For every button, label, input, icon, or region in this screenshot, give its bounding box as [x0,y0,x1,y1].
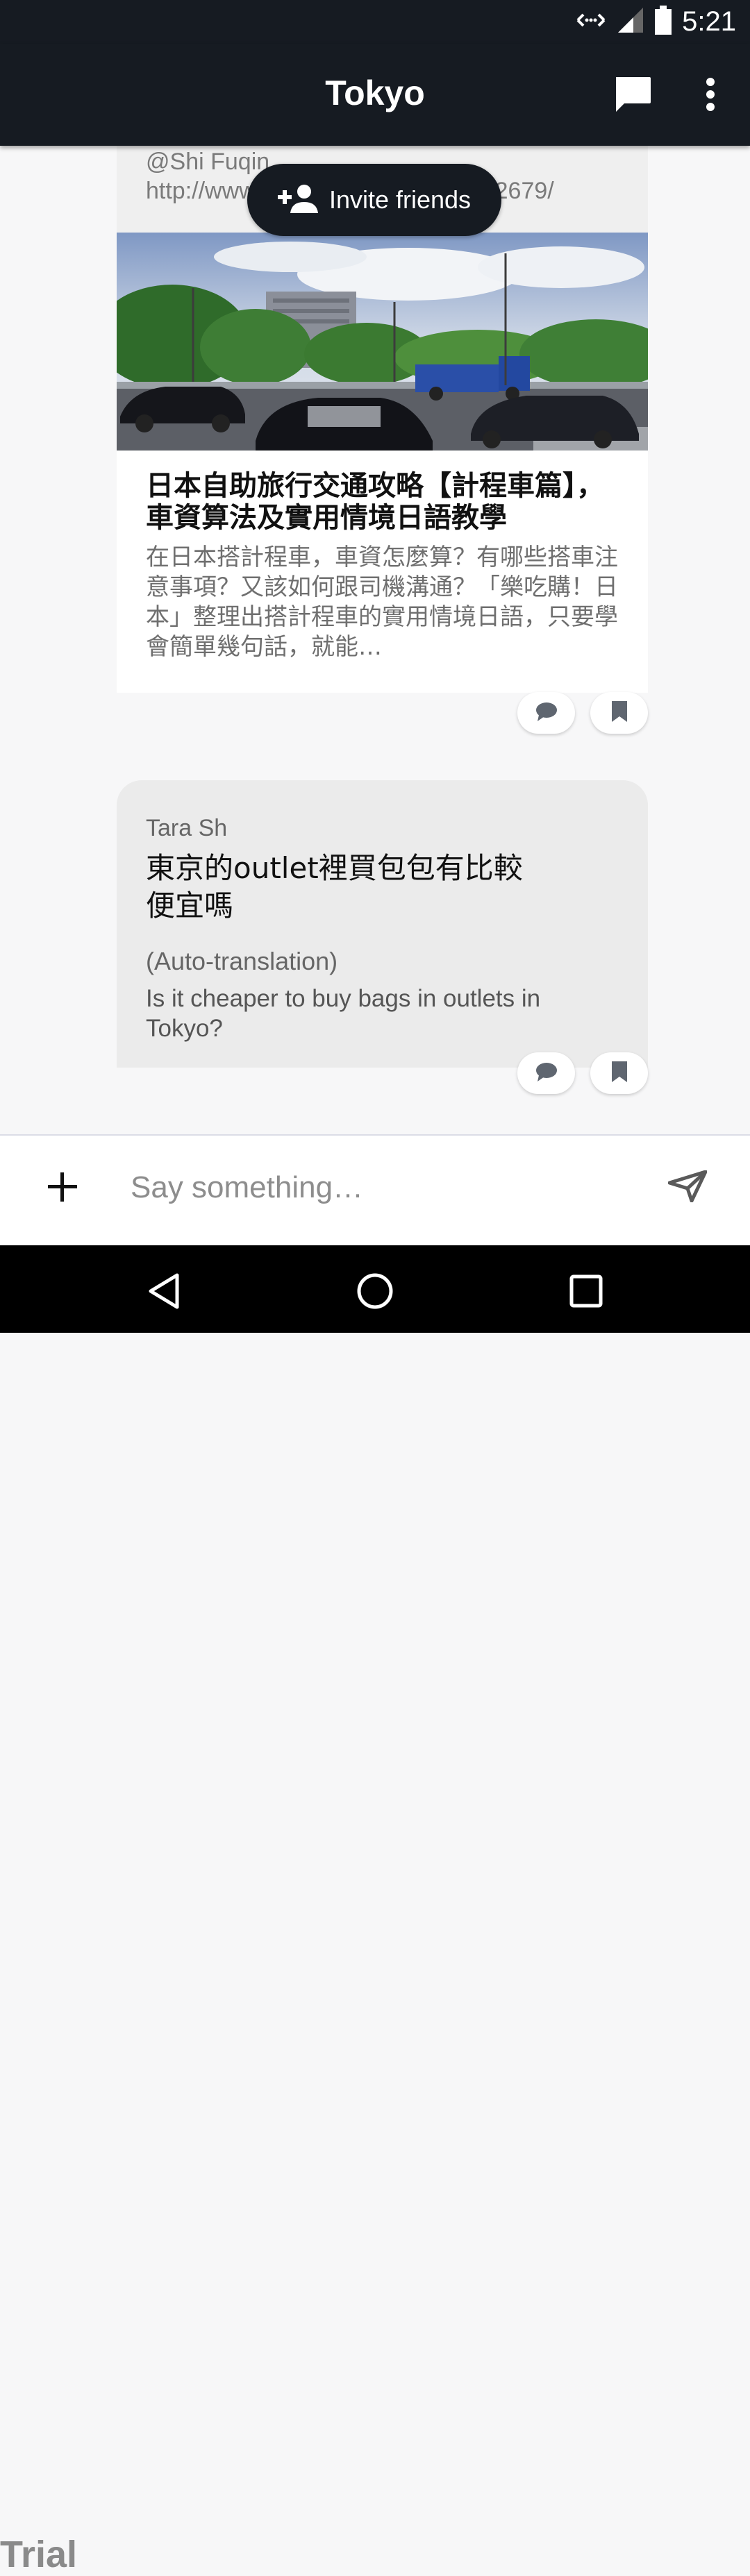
send-icon [667,1170,708,1205]
send-button[interactable] [663,1163,712,1212]
trial-watermark: Trial [0,2534,78,2575]
message-composer [0,1134,750,1247]
comment-icon [535,701,558,725]
back-button[interactable] [136,1265,192,1320]
signal-icon [617,6,644,37]
home-circle-icon [356,1272,394,1313]
attach-button[interactable] [40,1166,85,1211]
more-vert-icon [705,77,716,115]
invite-friends-button[interactable]: Invite friends [247,164,501,236]
status-time: 5:21 [682,6,736,37]
bookmark-icon [610,700,628,725]
bookmark-icon [610,1061,628,1086]
post-author[interactable]: Tara Sh [146,815,227,842]
invite-friends-label: Invite friends [328,185,472,214]
data-transfer-icon [575,10,607,33]
translated-message: Is it cheaper to buy bags in outlets in … [146,985,541,1042]
auto-translation-label: (Auto-translation) [146,947,338,975]
status-icons: 5:21 [575,4,736,39]
post2-bookmark-button[interactable] [590,1052,648,1094]
home-button[interactable] [347,1265,403,1320]
article-description: 在日本搭計程車，車資怎麼算？有哪些搭車注意事項？又該如何跟司機溝通？「樂吃購！日… [146,544,618,661]
mention-text[interactable]: @Shi Fuqin [146,149,269,176]
comment-icon [535,1061,558,1085]
message-feed[interactable]: @Shi Fuqin http://www.letsgojp.com/archi… [0,146,750,1134]
message-input[interactable] [131,1163,631,1212]
battery-icon [654,6,672,37]
post-message: 東京的outlet裡買包包有比較便宜嗎 [146,851,523,923]
recents-square-icon [569,1274,603,1311]
post1-comment-button[interactable] [517,692,575,734]
navigation-bar: Trial [0,1245,750,2575]
app-bar: Tokyo [0,44,750,146]
post1-bookmark-button[interactable] [590,692,648,734]
article-image[interactable] [117,233,648,451]
article-title[interactable]: 日本自助旅行交通攻略【計程車篇】，車資算法及實用情境日語教學 [146,470,625,534]
status-bar: 5:21 [0,0,750,44]
chat-button[interactable] [608,71,657,120]
more-options-button[interactable] [686,71,735,120]
plus-icon [48,1172,77,1204]
chat-bubble-icon [613,76,652,116]
back-triangle-icon [147,1272,181,1313]
post2-comment-button[interactable] [517,1052,575,1094]
recents-button[interactable] [558,1265,614,1320]
question-card[interactable]: Tara Sh 東京的outlet裡買包包有比較便宜嗎 (Auto-transl… [117,780,648,1068]
person-add-icon [277,184,319,216]
